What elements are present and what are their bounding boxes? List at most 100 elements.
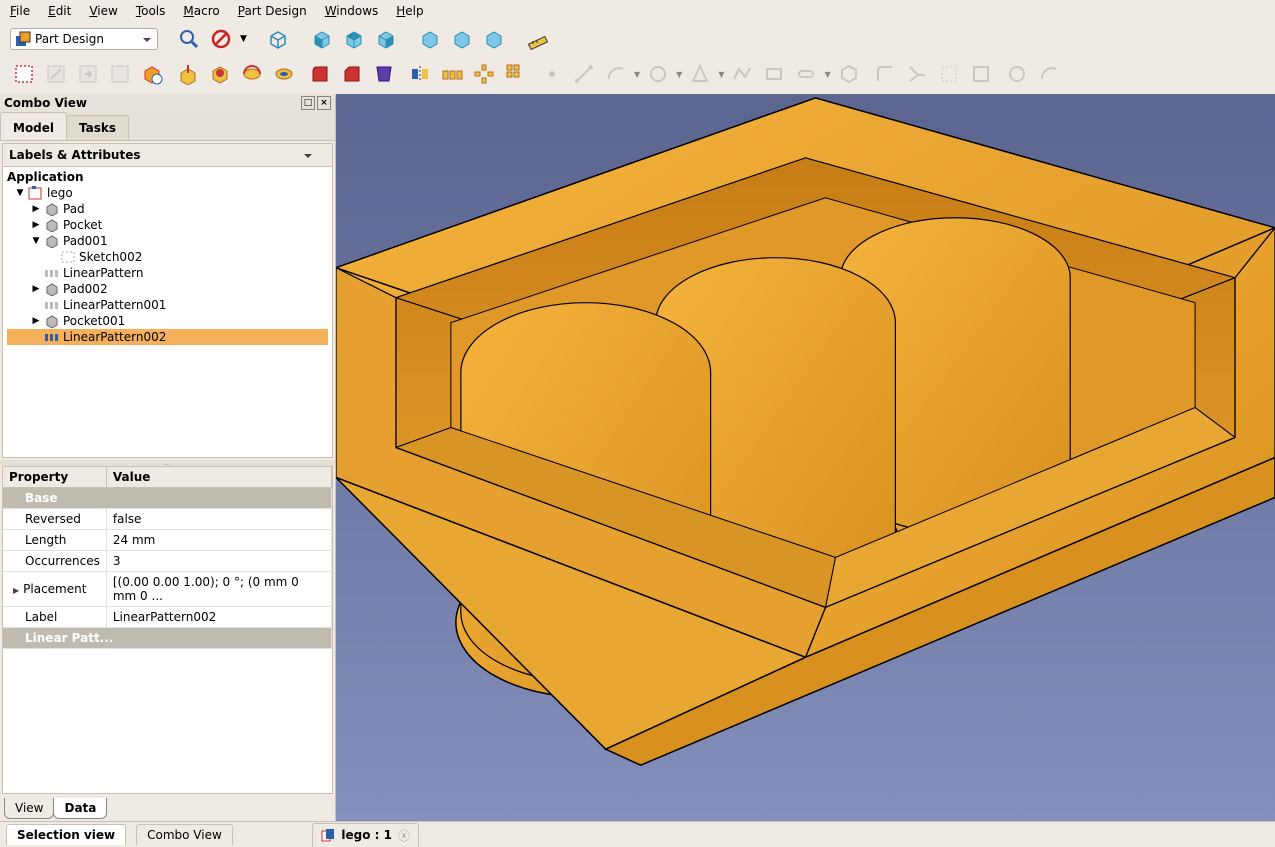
constraint-point-button[interactable] — [1035, 60, 1063, 88]
dropdown-arrow-icon[interactable]: ▼ — [676, 70, 682, 79]
pad-button[interactable] — [174, 60, 202, 88]
draw-style-button[interactable] — [208, 26, 234, 52]
slot-button[interactable] — [792, 60, 820, 88]
prop-value[interactable]: 3 — [106, 551, 331, 572]
prop-key[interactable]: Occurrences — [3, 551, 106, 572]
new-sketch-button[interactable] — [10, 60, 38, 88]
dropdown-arrow-icon[interactable]: ▼ — [824, 70, 830, 79]
tab-selection-view[interactable]: Selection view — [6, 824, 126, 845]
menu-file[interactable]: File — [10, 4, 30, 18]
tab-model[interactable]: Model — [0, 112, 67, 140]
prop-value[interactable]: [(0.00 0.00 1.00); 0 °; (0 mm 0 mm 0 ... — [106, 572, 331, 607]
dropdown-arrow-icon[interactable]: ▼ — [634, 70, 640, 79]
prop-value[interactable]: LinearPattern002 — [106, 607, 331, 628]
tab-data[interactable]: Data — [53, 798, 107, 819]
tab-tasks[interactable]: Tasks — [66, 115, 129, 140]
mirrored-button[interactable] — [406, 60, 434, 88]
trim-button[interactable] — [903, 60, 931, 88]
tree-item[interactable]: ▶Pocket001 — [7, 313, 328, 329]
hexagon-button[interactable] — [835, 60, 863, 88]
prop-key[interactable]: Placement — [3, 572, 106, 607]
menu-partdesign[interactable]: Part Design — [238, 4, 307, 18]
multitransform-button[interactable] — [502, 60, 530, 88]
view-rear-button[interactable] — [417, 26, 443, 52]
menu-help[interactable]: Help — [396, 4, 423, 18]
view-front-button[interactable] — [309, 26, 335, 52]
polyline-button[interactable] — [728, 60, 756, 88]
viewport-3d[interactable] — [336, 94, 1275, 821]
property-view[interactable]: PropertyValue BaseReversedfalseLength24 … — [2, 466, 333, 794]
prop-key[interactable]: Length — [3, 530, 106, 551]
edit-sketch-button[interactable] — [42, 60, 70, 88]
tree-view[interactable]: Labels & Attributes Application ▼lego▶Pa… — [2, 143, 333, 458]
chamfer-button[interactable] — [338, 60, 366, 88]
tab-view[interactable]: View — [4, 798, 54, 819]
circle-button[interactable] — [644, 60, 672, 88]
arc-button[interactable] — [602, 60, 630, 88]
tree-item[interactable]: ▶Pad — [7, 201, 328, 217]
groove-button[interactable] — [270, 60, 298, 88]
dropdown-arrow-icon[interactable]: ▼ — [718, 70, 724, 79]
point-button[interactable] — [538, 60, 566, 88]
workbench-selector[interactable]: Part Design — [10, 28, 158, 50]
revolution-button[interactable] — [238, 60, 266, 88]
document-tab[interactable]: lego : 1 ⓧ — [312, 823, 419, 847]
menu-macro[interactable]: Macro — [183, 4, 219, 18]
conic-button[interactable] — [686, 60, 714, 88]
tree-item[interactable]: ▼lego — [7, 185, 328, 201]
panel-float-button[interactable]: □ — [301, 96, 315, 110]
external-button[interactable] — [935, 60, 963, 88]
linear-pattern-button[interactable] — [438, 60, 466, 88]
close-icon[interactable]: ⓧ — [398, 827, 410, 844]
menu-tools[interactable]: Tools — [136, 4, 166, 18]
view-bottom-button[interactable] — [449, 26, 475, 52]
expand-arrow-icon[interactable]: ▼ — [15, 188, 25, 198]
map-sketch-button[interactable] — [106, 60, 134, 88]
prop-key[interactable]: Label — [3, 607, 106, 628]
panel-close-button[interactable]: × — [317, 96, 331, 110]
menu-edit[interactable]: Edit — [48, 4, 71, 18]
line-button[interactable] — [570, 60, 598, 88]
view-iso-button[interactable] — [265, 26, 291, 52]
measure-button[interactable] — [525, 26, 551, 52]
construction-button[interactable] — [967, 60, 995, 88]
prop-group: Base — [3, 488, 332, 509]
constraint-button[interactable] — [1003, 60, 1031, 88]
fillet-button[interactable] — [306, 60, 334, 88]
tree-item[interactable]: Sketch002 — [7, 249, 328, 265]
tree-item[interactable]: ▼ Pad001 — [7, 233, 328, 249]
view-left-button[interactable] — [481, 26, 507, 52]
tab-combo-view[interactable]: Combo View — [136, 824, 233, 845]
draft-button[interactable] — [370, 60, 398, 88]
fillet-sketch-button[interactable] — [871, 60, 899, 88]
expand-arrow-icon[interactable]: ▶ — [31, 204, 41, 214]
rectangle-button[interactable] — [760, 60, 788, 88]
expand-arrow-icon[interactable]: ▼ — [31, 236, 41, 246]
pocket-button[interactable] — [206, 60, 234, 88]
validate-sketch-button[interactable] — [138, 60, 166, 88]
prop-value[interactable]: 24 mm — [106, 530, 331, 551]
tree-item[interactable]: LinearPattern001 — [7, 297, 328, 313]
prop-value[interactable]: false — [106, 509, 331, 530]
prop-header-property: Property — [3, 467, 106, 488]
leave-sketch-button[interactable] — [74, 60, 102, 88]
tree-item-icon — [44, 282, 60, 296]
tree-item[interactable]: LinearPattern — [7, 265, 328, 281]
tree-item-label: Pad001 — [63, 234, 108, 248]
expand-arrow-icon[interactable]: ▶ — [31, 316, 41, 326]
tree-item[interactable]: ▶Pocket — [7, 217, 328, 233]
prop-key[interactable]: Reversed — [3, 509, 106, 530]
expand-arrow-icon[interactable]: ▶ — [31, 220, 41, 230]
expand-arrow-icon[interactable]: ▶ — [31, 284, 41, 294]
tree-item[interactable]: ▶Pad002 — [7, 281, 328, 297]
tree-item[interactable]: LinearPattern002 — [7, 329, 328, 345]
polar-pattern-button[interactable] — [470, 60, 498, 88]
tree-item-icon — [44, 234, 60, 248]
menu-windows[interactable]: Windows — [325, 4, 379, 18]
view-right-button[interactable] — [373, 26, 399, 52]
zoom-fit-button[interactable] — [176, 26, 202, 52]
view-top-button[interactable] — [341, 26, 367, 52]
dropdown-arrow-icon[interactable]: ▼ — [240, 34, 247, 44]
status-bar: Selection view Combo View lego : 1 ⓧ — [0, 821, 1275, 847]
menu-view[interactable]: View — [89, 4, 117, 18]
